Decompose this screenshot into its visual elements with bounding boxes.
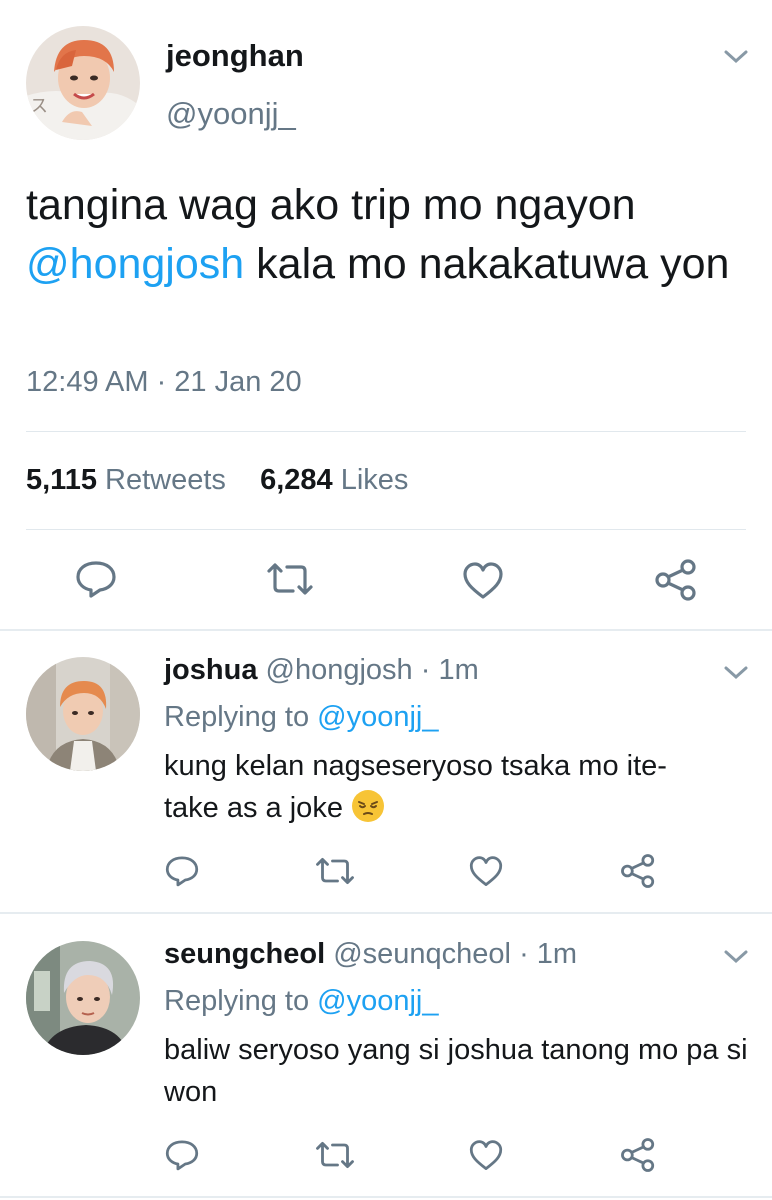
tweet-text-part1: tangina wag ako trip mo ngayon — [26, 181, 636, 229]
chevron-down-icon[interactable] — [722, 46, 750, 66]
share-icon[interactable] — [620, 1137, 656, 1173]
section-separator — [0, 912, 772, 914]
reply-display-name[interactable]: joshua — [164, 654, 257, 686]
retweet-icon[interactable] — [314, 856, 356, 886]
replying-to: Replying to @yoonjj_ — [164, 701, 439, 734]
svg-text:ス: ス — [30, 96, 48, 117]
reply-handle[interactable]: @seunqcheol — [333, 938, 511, 970]
retweet-icon[interactable] — [314, 1140, 356, 1170]
avatar-joshua-image — [26, 657, 140, 771]
section-separator — [0, 1196, 772, 1198]
reply-text-content: kung kelan nagseseryoso tsaka mo ite-tak… — [164, 750, 667, 824]
like-icon[interactable] — [461, 561, 505, 601]
avatar[interactable] — [26, 657, 140, 771]
mention-link[interactable]: @hongjosh — [26, 240, 244, 288]
avatar[interactable] — [26, 941, 140, 1055]
share-icon[interactable] — [620, 853, 656, 889]
tweet-timestamp[interactable]: 12:49 AM · 21 Jan 20 — [26, 366, 302, 399]
avatar-seungcheol-image — [26, 941, 140, 1055]
avatar[interactable]: ス S — [26, 26, 140, 140]
reply-header: joshua @hongjosh · 1m — [164, 654, 479, 687]
reply-time[interactable]: · 1m — [519, 938, 577, 970]
tweet-stats: 5,115 Retweets 6,284 Likes — [26, 464, 408, 497]
chevron-down-icon[interactable] — [722, 946, 750, 966]
reply-text: baliw seryoso yang si joshua tanong mo p… — [164, 1029, 749, 1113]
share-icon[interactable] — [654, 558, 698, 602]
chevron-down-icon[interactable] — [722, 662, 750, 682]
reply-icon[interactable] — [164, 1138, 200, 1172]
pensive-face-emoji — [351, 789, 385, 823]
retweets-label: Retweets — [105, 464, 226, 496]
likes-label: Likes — [340, 464, 409, 496]
replying-to-label: Replying to — [164, 701, 310, 733]
svg-text:S: S — [118, 126, 127, 140]
reply-text: kung kelan nagseseryoso tsaka mo ite-tak… — [164, 745, 694, 829]
tweet-text-part2: kala mo nakakatuwa yon — [244, 240, 730, 288]
divider — [26, 529, 746, 530]
reply-header: seungcheol @seunqcheol · 1m — [164, 938, 577, 971]
retweets-stat[interactable]: 5,115 Retweets — [26, 464, 226, 496]
tweet-text: tangina wag ako trip mo ngayon @hongjosh… — [26, 176, 746, 294]
author-handle[interactable]: @yoonjj_ — [166, 96, 296, 132]
like-icon[interactable] — [468, 855, 504, 888]
reply-time[interactable]: · 1m — [421, 654, 479, 686]
reply-text-content: baliw seryoso yang si joshua tanong mo p… — [164, 1034, 748, 1108]
author-display-name[interactable]: jeonghan — [166, 38, 304, 74]
reply-display-name[interactable]: seungcheol — [164, 938, 325, 970]
replying-to-link[interactable]: @yoonjj_ — [317, 701, 438, 733]
reply-icon[interactable] — [164, 854, 200, 888]
divider — [26, 431, 746, 432]
avatar-jeonghan-image: ス S — [26, 26, 140, 140]
likes-count: 6,284 — [260, 464, 333, 496]
retweet-icon[interactable] — [265, 561, 315, 597]
replying-to: Replying to @yoonjj_ — [164, 985, 439, 1018]
replying-to-label: Replying to — [164, 985, 310, 1017]
reply-icon[interactable] — [74, 559, 118, 599]
section-separator — [0, 629, 772, 631]
retweets-count: 5,115 — [26, 464, 97, 496]
like-icon[interactable] — [468, 1139, 504, 1172]
reply-handle[interactable]: @hongjosh — [266, 654, 413, 686]
replying-to-link[interactable]: @yoonjj_ — [317, 985, 438, 1017]
likes-stat[interactable]: 6,284 Likes — [260, 464, 408, 496]
